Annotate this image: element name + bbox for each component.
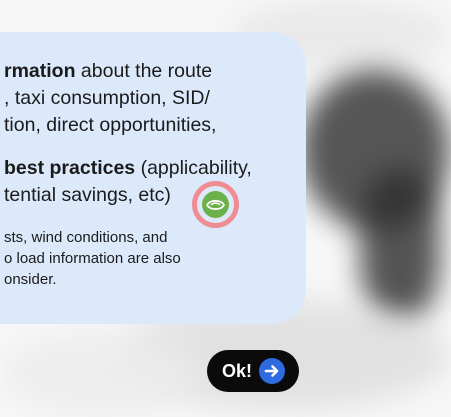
tooltip-paragraph-1: rmation about the route , taxi consumpti… bbox=[4, 58, 282, 139]
tooltip-paragraph-2: best practices (applicability, tential s… bbox=[4, 155, 282, 209]
onboarding-tooltip-card: rmation about the route , taxi consumpti… bbox=[0, 32, 306, 324]
tooltip-text: (applicability, bbox=[135, 157, 252, 179]
screen: rmation about the route , taxi consumpti… bbox=[0, 0, 451, 417]
tooltip-note-text: o load information are also bbox=[4, 250, 181, 267]
tooltip-text: about the route bbox=[75, 60, 213, 82]
arrow-right-icon bbox=[259, 358, 286, 384]
tooltip-bold-text: best practices bbox=[4, 157, 136, 179]
tooltip-text: tential savings, etc) bbox=[4, 184, 171, 206]
tooltip-note: sts, wind conditions, and o load informa… bbox=[4, 227, 282, 290]
ok-button-label: Ok! bbox=[222, 360, 253, 381]
highlighted-hotspot[interactable] bbox=[192, 181, 239, 228]
tooltip-note-text: sts, wind conditions, and bbox=[4, 229, 168, 246]
tooltip-text: tion, direct opportunities, bbox=[4, 114, 217, 136]
background-blur bbox=[360, 170, 440, 320]
leaf-eye-icon[interactable] bbox=[202, 191, 229, 218]
ok-button[interactable]: Ok! bbox=[207, 350, 299, 392]
tooltip-text: , taxi consumption, SID/ bbox=[4, 87, 210, 109]
tooltip-bold-text: rmation bbox=[4, 60, 76, 82]
tooltip-note-text: onsider. bbox=[4, 271, 57, 288]
background-blur bbox=[0, 330, 200, 417]
